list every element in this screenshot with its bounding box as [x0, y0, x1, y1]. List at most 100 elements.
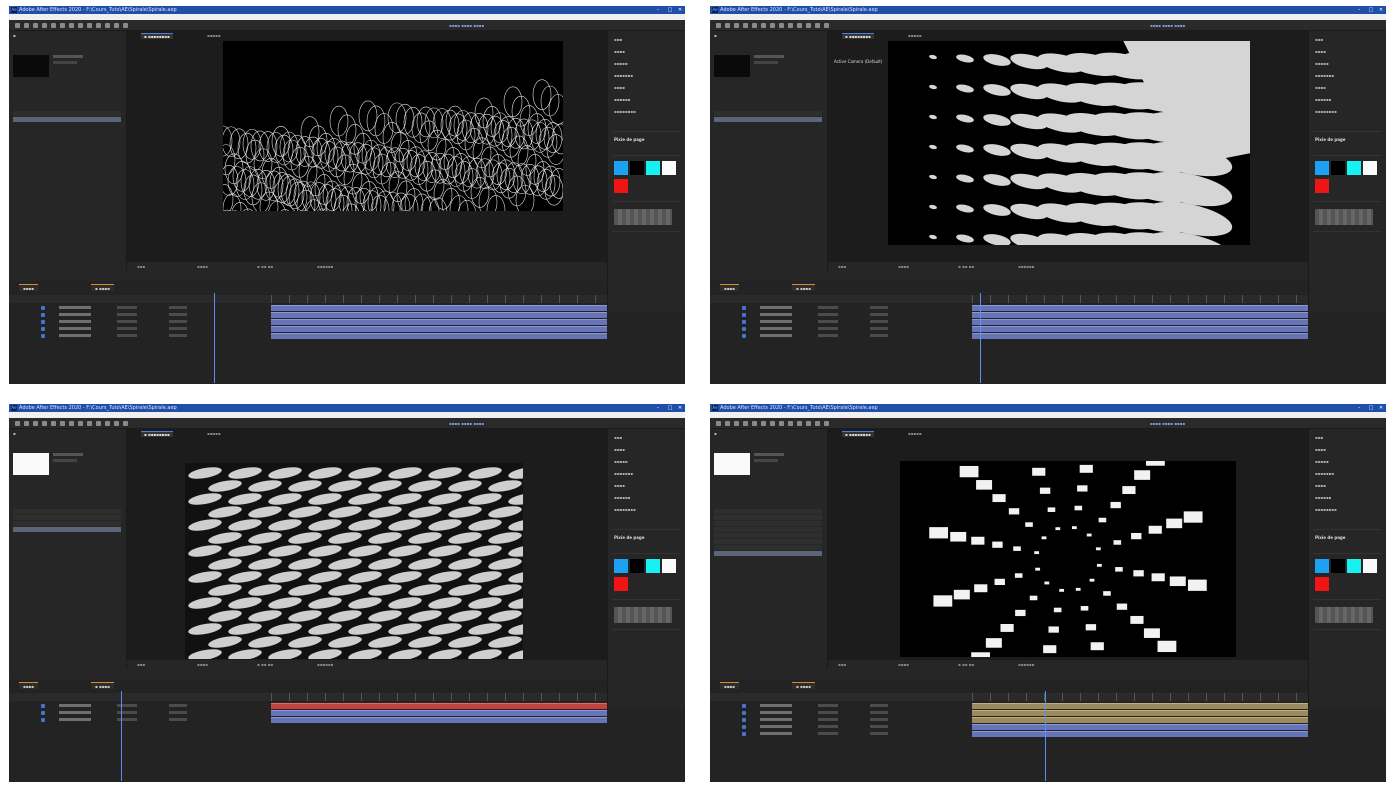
font-style-label[interactable]: Pixie de page	[1315, 137, 1345, 142]
color-swatch[interactable]	[614, 161, 628, 175]
viewer-control[interactable]: ▪▪▪	[838, 662, 846, 667]
composition-tab[interactable]: ▪ ▪▪▪▪▪▪▪▪	[842, 431, 874, 437]
stamp-tool-icon[interactable]	[806, 23, 811, 28]
viewer-control[interactable]: ▪▪▪▪▪▪	[1018, 662, 1034, 667]
rect-tool-icon[interactable]	[770, 421, 775, 426]
timeline-layer[interactable]	[710, 312, 972, 318]
viewer-control[interactable]: ▪▪▪	[838, 264, 846, 269]
project-item[interactable]	[714, 515, 822, 520]
hand-tool-icon[interactable]	[33, 23, 38, 28]
timeline-layer[interactable]	[9, 326, 271, 332]
home-icon[interactable]	[716, 421, 721, 426]
composition-tab[interactable]: ▪ ▪▪▪▪▪▪▪▪	[141, 431, 173, 437]
color-swatch[interactable]	[614, 559, 628, 573]
panel-label[interactable]: ▪▪▪▪	[614, 49, 625, 54]
panel-label[interactable]: ▪▪▪	[1315, 435, 1323, 440]
panel-label[interactable]: ▪▪▪▪▪▪	[614, 97, 630, 102]
layer-duration-bar[interactable]	[271, 333, 607, 339]
timeline-comp-tab[interactable]: ▪ ▪▪▪▪	[792, 284, 815, 291]
project-tab[interactable]: ▪	[13, 33, 16, 38]
panel-label[interactable]: ▪▪▪▪▪▪▪▪	[614, 507, 636, 512]
layer-tab[interactable]: ▪▪▪▪▪	[207, 431, 221, 437]
color-swatch[interactable]	[662, 559, 676, 573]
project-item[interactable]	[714, 111, 822, 116]
panel-label[interactable]: ▪▪▪▪▪▪▪	[614, 73, 633, 78]
layer-duration-bar[interactable]	[271, 305, 607, 311]
layer-duration-bar[interactable]	[271, 319, 607, 325]
color-swatch[interactable]	[1315, 161, 1329, 175]
render-queue-tab[interactable]: ▪▪▪▪	[19, 284, 38, 291]
selection-tool-icon[interactable]	[725, 23, 730, 28]
render-queue-tab[interactable]: ▪▪▪▪	[720, 682, 739, 689]
layer-duration-bar[interactable]	[271, 710, 607, 716]
project-tab[interactable]: ▪	[13, 431, 16, 436]
color-swatch[interactable]	[1315, 559, 1329, 573]
layer-duration-bar[interactable]	[972, 312, 1308, 318]
color-swatch[interactable]	[1363, 161, 1377, 175]
layer-duration-bar[interactable]	[271, 703, 607, 709]
pen-tool-icon[interactable]	[779, 421, 784, 426]
playhead[interactable]	[980, 293, 981, 383]
viewer-control[interactable]: ▪ ▪▪ ▪▪	[958, 662, 974, 667]
project-item[interactable]	[13, 527, 121, 532]
workspace-switcher[interactable]: ▪▪▪▪ ▪▪▪▪ ▪▪▪▪	[1150, 421, 1185, 426]
brush-tool-icon[interactable]	[797, 23, 802, 28]
panel-label[interactable]: ▪▪▪▪▪▪	[1315, 495, 1331, 500]
timeline-layer[interactable]	[710, 731, 972, 737]
composition-tab[interactable]: ▪ ▪▪▪▪▪▪▪▪	[141, 33, 173, 39]
layer-duration-bar[interactable]	[271, 326, 607, 332]
color-swatch[interactable]	[646, 559, 660, 573]
close-icon[interactable]: ✕	[1378, 405, 1384, 411]
color-swatch[interactable]	[1347, 559, 1361, 573]
project-item[interactable]	[13, 515, 121, 520]
timeline-layer[interactable]	[710, 305, 972, 311]
timeline-comp-tab[interactable]: ▪ ▪▪▪▪	[792, 682, 815, 689]
color-swatch[interactable]	[1315, 179, 1329, 193]
composition-canvas[interactable]	[185, 463, 523, 659]
pan-icon[interactable]	[761, 23, 766, 28]
home-icon[interactable]	[15, 23, 20, 28]
panel-label[interactable]: ▪▪▪▪▪	[1315, 459, 1329, 464]
layer-duration-bar[interactable]	[972, 319, 1308, 325]
layer-duration-bar[interactable]	[972, 731, 1308, 737]
eraser-tool-icon[interactable]	[114, 23, 119, 28]
viewer-control[interactable]: ▪▪▪▪▪▪	[317, 662, 333, 667]
render-queue-tab[interactable]: ▪▪▪▪	[720, 284, 739, 291]
timeline-layer[interactable]	[710, 710, 972, 716]
font-style-label[interactable]: Pixie de page	[1315, 535, 1345, 540]
viewer-control[interactable]: ▪▪▪▪	[197, 662, 208, 667]
project-tab[interactable]: ▪	[714, 33, 717, 38]
selection-tool-icon[interactable]	[725, 421, 730, 426]
font-style-label[interactable]: Pixie de page	[614, 535, 644, 540]
layer-duration-bar[interactable]	[972, 724, 1308, 730]
project-item[interactable]	[714, 117, 822, 122]
puppet-tool-icon[interactable]	[824, 421, 829, 426]
layer-duration-bar[interactable]	[972, 710, 1308, 716]
timeline-layer[interactable]	[710, 333, 972, 339]
minimize-icon[interactable]: –	[1356, 405, 1362, 411]
color-swatch[interactable]	[662, 161, 676, 175]
time-ruler[interactable]	[271, 693, 607, 701]
playhead[interactable]	[1045, 691, 1046, 781]
stamp-tool-icon[interactable]	[105, 23, 110, 28]
minimize-icon[interactable]: –	[1356, 7, 1362, 13]
panel-label[interactable]: ▪▪▪▪	[1315, 447, 1326, 452]
hand-tool-icon[interactable]	[734, 421, 739, 426]
color-swatch[interactable]	[646, 161, 660, 175]
project-item[interactable]	[714, 527, 822, 532]
panel-label[interactable]: ▪▪▪▪▪▪	[614, 495, 630, 500]
project-item[interactable]	[13, 509, 121, 514]
timeline-layer[interactable]	[710, 703, 972, 709]
pan-icon[interactable]	[60, 421, 65, 426]
close-icon[interactable]: ✕	[677, 405, 683, 411]
type-tool-icon[interactable]	[87, 421, 92, 426]
puppet-tool-icon[interactable]	[824, 23, 829, 28]
rect-tool-icon[interactable]	[69, 23, 74, 28]
color-swatch[interactable]	[1331, 161, 1345, 175]
close-icon[interactable]: ✕	[677, 7, 683, 13]
viewer-control[interactable]: ▪▪▪▪	[197, 264, 208, 269]
color-swatch[interactable]	[614, 179, 628, 193]
type-tool-icon[interactable]	[788, 23, 793, 28]
time-ruler[interactable]	[972, 295, 1308, 303]
layer-duration-bar[interactable]	[271, 717, 607, 723]
